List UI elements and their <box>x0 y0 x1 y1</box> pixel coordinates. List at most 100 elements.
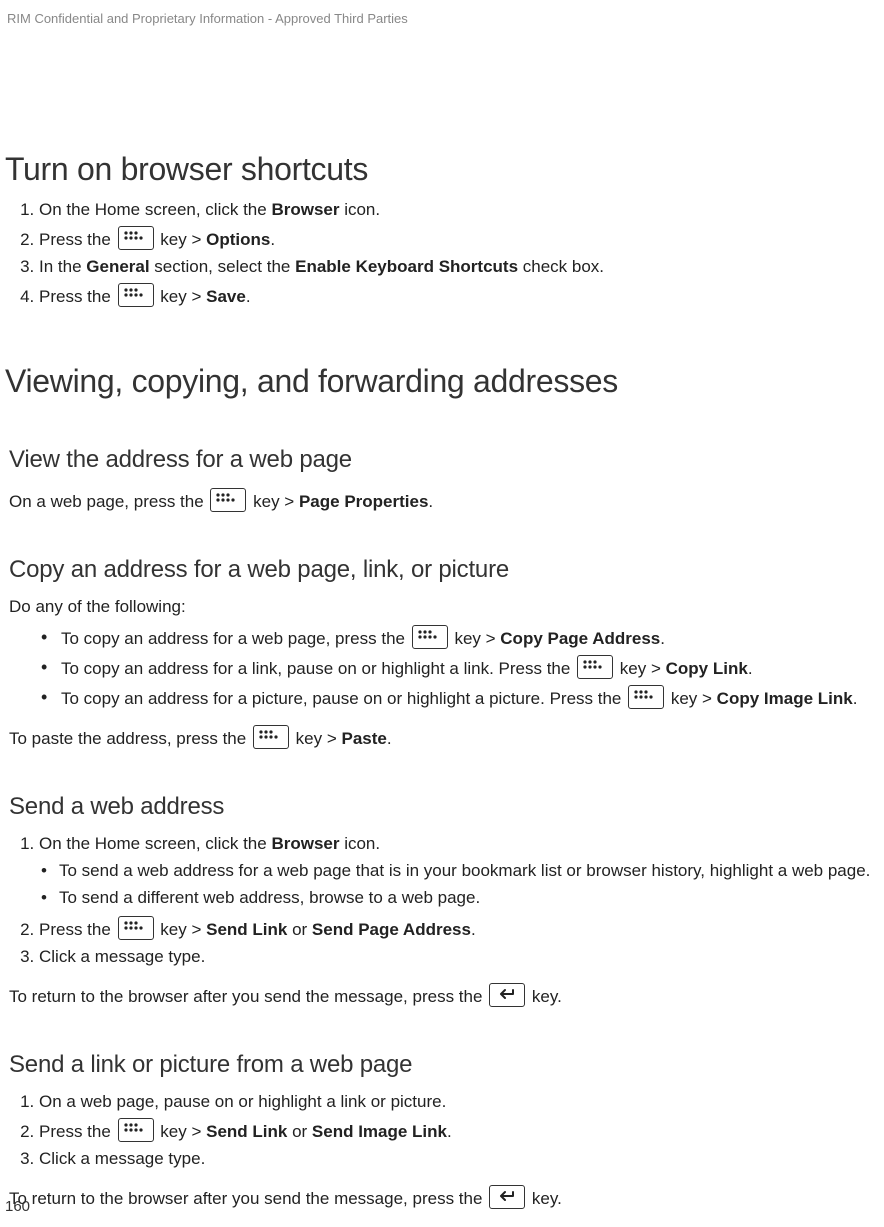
paragraph: To paste the address, press the key > Pa… <box>9 725 879 751</box>
list-item: To send a web address for a web page tha… <box>59 858 879 885</box>
text: key > <box>156 920 207 939</box>
text: . <box>748 659 753 678</box>
menu-key-icon <box>412 625 448 649</box>
step-item: On the Home screen, click the Browser ic… <box>39 197 879 224</box>
text: On a web page, press the <box>9 492 208 511</box>
back-key-icon <box>489 1185 525 1209</box>
paragraph: To return to the browser after you send … <box>9 983 879 1009</box>
text: key > <box>450 629 501 648</box>
bullet-list: To copy an address for a web page, press… <box>5 623 879 713</box>
steps-turn-on: On the Home screen, click the Browser ic… <box>5 197 879 311</box>
heading-send-web-address: Send a web address <box>9 791 879 823</box>
bold-text: Enable Keyboard Shortcuts <box>295 257 518 276</box>
bold-text: General <box>86 257 149 276</box>
step-item: Click a message type. <box>39 1146 879 1173</box>
bold-text: Send Link <box>206 920 287 939</box>
text: . <box>428 492 433 511</box>
menu-key-icon <box>628 685 664 709</box>
text: Press the <box>39 920 116 939</box>
list-item: To copy an address for a web page, press… <box>61 623 879 653</box>
text: To copy an address for a link, pause on … <box>61 659 575 678</box>
step-item: Press the key > Send Link or Send Page A… <box>39 914 879 944</box>
step-item: On the Home screen, click the Browser ic… <box>39 831 879 914</box>
text: key > <box>666 689 717 708</box>
text: To return to the browser after you send … <box>9 987 487 1006</box>
heading-turn-on-browser-shortcuts: Turn on browser shortcuts <box>5 148 879 191</box>
text: . <box>270 230 275 249</box>
heading-copy-address: Copy an address for a web page, link, or… <box>9 554 879 586</box>
steps-send-address: On the Home screen, click the Browser ic… <box>5 831 879 971</box>
lead-text: Do any of the following: <box>9 596 879 619</box>
step-item: Press the key > Save. <box>39 281 879 311</box>
text: . <box>853 689 858 708</box>
text: key > <box>291 729 342 748</box>
bold-text: Page Properties <box>299 492 428 511</box>
text: . <box>471 920 476 939</box>
menu-key-icon <box>118 283 154 307</box>
text: . <box>660 629 665 648</box>
text: To copy an address for a web page, press… <box>61 629 410 648</box>
bold-text: Copy Image Link <box>717 689 853 708</box>
bold-text: Send Page Address <box>312 920 471 939</box>
heading-view-address: View the address for a web page <box>9 444 879 476</box>
bold-text: Browser <box>271 200 339 219</box>
text: . <box>246 287 251 306</box>
menu-key-icon <box>118 1118 154 1142</box>
back-key-icon <box>489 983 525 1007</box>
text: In the <box>39 257 86 276</box>
bold-text: Copy Link <box>666 659 748 678</box>
document-page: RIM Confidential and Proprietary Informa… <box>0 0 884 1227</box>
steps-send-link-picture: On a web page, pause on or highlight a l… <box>5 1089 879 1173</box>
bold-text: Send Image Link <box>312 1122 447 1141</box>
text: To copy an address for a picture, pause … <box>61 689 626 708</box>
menu-key-icon <box>577 655 613 679</box>
text: On the Home screen, click the <box>39 200 271 219</box>
bold-text: Save <box>206 287 246 306</box>
step-item: In the General section, select the Enabl… <box>39 254 879 281</box>
bold-text: Send Link <box>206 1122 287 1141</box>
list-item: To copy an address for a picture, pause … <box>61 683 879 713</box>
menu-key-icon <box>210 488 246 512</box>
text: key > <box>248 492 299 511</box>
text: key > <box>615 659 666 678</box>
bold-text: Copy Page Address <box>500 629 660 648</box>
text: key > <box>156 1122 207 1141</box>
text: . <box>387 729 392 748</box>
bold-text: Browser <box>271 834 339 853</box>
step-item: On a web page, pause on or highlight a l… <box>39 1089 879 1116</box>
text: key > <box>156 287 207 306</box>
step-item: Press the key > Options. <box>39 224 879 254</box>
list-item: To send a different web address, browse … <box>59 885 879 912</box>
step-item: Press the key > Send Link or Send Image … <box>39 1116 879 1146</box>
paragraph: On a web page, press the key > Page Prop… <box>9 488 879 514</box>
confidential-header: RIM Confidential and Proprietary Informa… <box>5 10 879 28</box>
text: . <box>447 1122 452 1141</box>
text: section, select the <box>150 257 296 276</box>
bold-text: Paste <box>341 729 386 748</box>
text: or <box>287 1122 312 1141</box>
step-item: Click a message type. <box>39 944 879 971</box>
text: To return to the browser after you send … <box>9 1189 487 1208</box>
text: key > <box>156 230 207 249</box>
menu-key-icon <box>118 916 154 940</box>
text: icon. <box>339 834 380 853</box>
text: Press the <box>39 287 116 306</box>
text: To paste the address, press the <box>9 729 251 748</box>
bold-text: Options <box>206 230 270 249</box>
menu-key-icon <box>253 725 289 749</box>
text: or <box>287 920 312 939</box>
text: icon. <box>339 200 380 219</box>
text: Press the <box>39 1122 116 1141</box>
text: On the Home screen, click the <box>39 834 271 853</box>
text: key. <box>527 987 562 1006</box>
heading-viewing-copying-forwarding: Viewing, copying, and forwarding address… <box>5 360 879 403</box>
heading-send-link-picture: Send a link or picture from a web page <box>9 1049 879 1081</box>
text: check box. <box>518 257 604 276</box>
paragraph: To return to the browser after you send … <box>9 1185 879 1211</box>
page-number: 160 <box>5 1197 30 1217</box>
menu-key-icon <box>118 226 154 250</box>
sub-bullet-list: To send a web address for a web page tha… <box>39 858 879 912</box>
text: Press the <box>39 230 116 249</box>
text: key. <box>527 1189 562 1208</box>
list-item: To copy an address for a link, pause on … <box>61 653 879 683</box>
